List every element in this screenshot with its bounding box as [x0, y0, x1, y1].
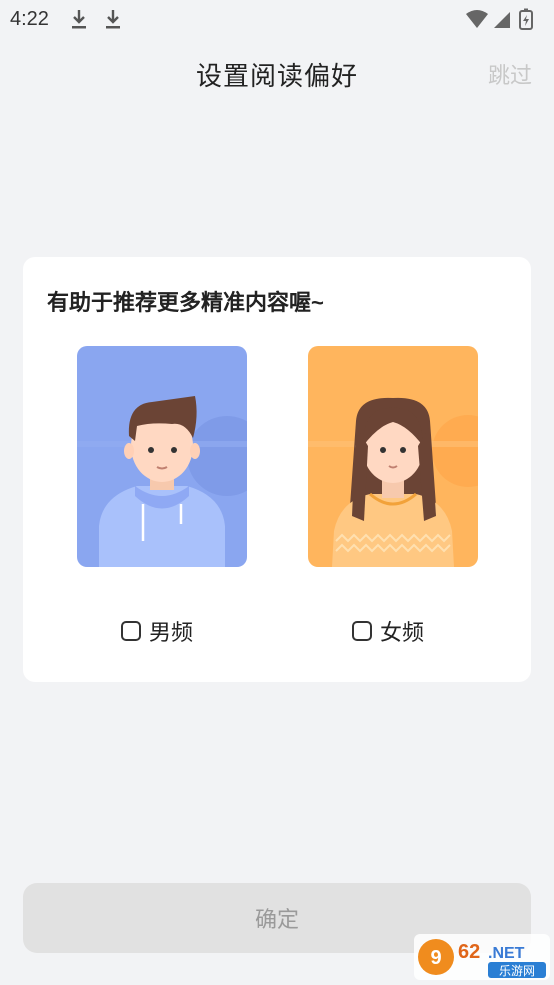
- male-checkbox[interactable]: [121, 621, 141, 641]
- status-time: 4:22: [10, 8, 49, 30]
- signal-icon: [494, 12, 510, 28]
- option-female: 女频: [308, 346, 478, 645]
- wifi-icon: [466, 10, 488, 28]
- download-icon: [72, 10, 86, 29]
- female-label: 女频: [380, 620, 425, 645]
- card-title: 有助于推荐更多精准内容喔~: [47, 290, 324, 315]
- male-label: 男频: [149, 620, 194, 645]
- preference-card: 有助于推荐更多精准内容喔~ 男频 女频: [23, 257, 531, 682]
- female-avatar-card[interactable]: [308, 346, 478, 567]
- male-choice[interactable]: 男频: [121, 615, 193, 647]
- female-avatar-illustration: [308, 346, 478, 567]
- status-icons: [466, 8, 533, 30]
- svg-text:.NET: .NET: [488, 945, 525, 962]
- option-male: 男频: [77, 346, 247, 645]
- watermark-logo: 9 62 .NET 乐游网: [414, 934, 550, 980]
- male-avatar-card[interactable]: [77, 346, 247, 567]
- male-avatar-illustration: [77, 346, 247, 567]
- skip-button[interactable]: 跳过: [488, 58, 532, 90]
- female-choice[interactable]: 女频: [352, 615, 424, 647]
- svg-text:乐游网: 乐游网: [499, 964, 535, 978]
- svg-text:9: 9: [430, 947, 441, 969]
- female-checkbox[interactable]: [352, 621, 372, 641]
- download-icon: [106, 10, 120, 29]
- header: 设置阅读偏好 跳过: [0, 48, 554, 100]
- page-title: 设置阅读偏好: [195, 61, 358, 91]
- status-bar: 4:22: [0, 0, 554, 38]
- svg-text:62: 62: [458, 941, 480, 963]
